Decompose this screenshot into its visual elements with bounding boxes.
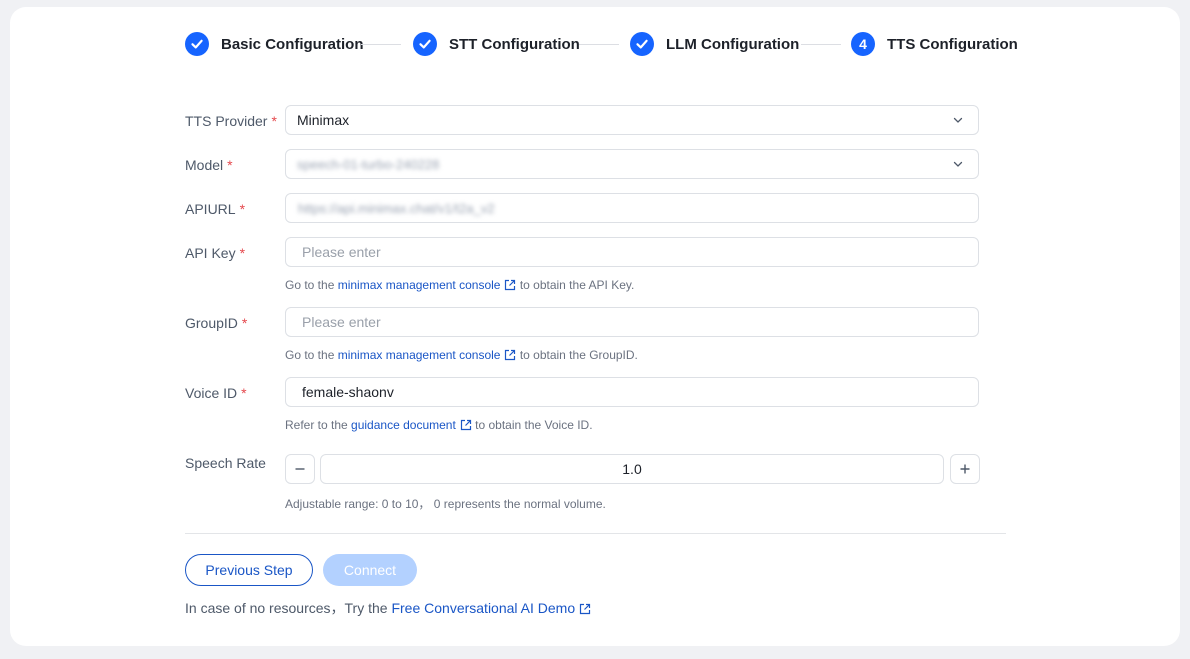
divider <box>185 533 1006 534</box>
step-connector <box>579 44 619 45</box>
connect-button[interactable]: Connect <box>323 554 417 586</box>
model-select[interactable]: speech-01-turbo-240228 <box>285 149 979 179</box>
speech-rate-label: Speech Rate <box>185 455 266 471</box>
external-link-icon <box>505 279 516 291</box>
model-label: Model * <box>185 157 233 173</box>
external-link-icon <box>505 349 516 361</box>
api-key-hint: Go to the minimax management console to … <box>285 278 635 292</box>
step-tts-configuration[interactable]: 4 TTS Configuration <box>851 32 1018 56</box>
api-key-field[interactable] <box>285 237 979 267</box>
steps-indicator: Basic Configuration STT Configuration LL… <box>185 32 1018 56</box>
guidance-document-link[interactable]: guidance document <box>351 418 472 432</box>
apiurl-label: APIURL * <box>185 201 246 217</box>
plus-icon <box>960 464 970 474</box>
group-id-hint: Go to the minimax management console to … <box>285 348 638 362</box>
speech-rate-value[interactable]: 1.0 <box>320 454 944 484</box>
footer-note: In case of no resources，Try the Free Con… <box>185 598 591 618</box>
apiurl-value: https://api.minimax.chat/v1/t2a_v2 <box>298 200 495 216</box>
step-label: Basic Configuration <box>221 35 364 53</box>
previous-step-button[interactable]: Previous Step <box>185 554 313 586</box>
increment-button[interactable] <box>950 454 980 484</box>
group-id-input[interactable] <box>298 314 978 330</box>
chevron-down-icon <box>953 161 963 167</box>
step-llm-configuration[interactable]: LLM Configuration <box>630 32 799 56</box>
check-icon <box>630 32 654 56</box>
step-number-badge: 4 <box>851 32 875 56</box>
speech-rate-hint: Adjustable range: 0 to 10， 0 represents … <box>285 497 606 511</box>
check-icon <box>413 32 437 56</box>
step-connector <box>801 44 841 45</box>
step-stt-configuration[interactable]: STT Configuration <box>413 32 580 56</box>
voice-id-input[interactable] <box>298 384 978 400</box>
voice-id-label: Voice ID * <box>185 385 247 401</box>
step-label: LLM Configuration <box>666 35 800 53</box>
step-basic-configuration[interactable]: Basic Configuration <box>185 32 364 56</box>
check-icon <box>185 32 209 56</box>
model-value: speech-01-turbo-240228 <box>297 156 440 172</box>
external-link-icon <box>460 419 471 431</box>
step-connector <box>361 44 401 45</box>
chevron-down-icon <box>953 117 963 123</box>
apiurl-input[interactable]: https://api.minimax.chat/v1/t2a_v2 <box>285 193 979 223</box>
minimax-console-link[interactable]: minimax management console <box>338 348 517 362</box>
tts-provider-label: TTS Provider * <box>185 113 277 129</box>
external-link-icon <box>580 603 591 615</box>
tts-provider-value: Minimax <box>297 112 350 128</box>
group-id-label: GroupID * <box>185 315 248 331</box>
decrement-button[interactable] <box>285 454 315 484</box>
step-label: STT Configuration <box>449 35 580 53</box>
minimax-console-link[interactable]: minimax management console <box>338 278 517 292</box>
voice-id-field[interactable] <box>285 377 979 407</box>
tts-provider-select[interactable]: Minimax <box>285 105 979 135</box>
voice-id-hint: Refer to the guidance document to obtain… <box>285 418 593 432</box>
minus-icon <box>295 468 305 470</box>
step-label: TTS Configuration <box>887 35 1018 53</box>
api-key-input[interactable] <box>298 244 978 260</box>
group-id-field[interactable] <box>285 307 979 337</box>
free-demo-link[interactable]: Free Conversational AI Demo <box>391 600 591 616</box>
api-key-label: API Key * <box>185 245 246 261</box>
